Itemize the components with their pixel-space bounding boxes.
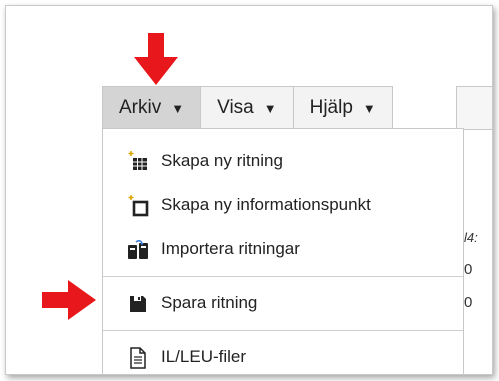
menu-bar: Arkiv ▼ Visa ▼ Hjälp ▼ [102, 86, 393, 129]
menu-item-label: Skapa ny informationspunkt [161, 195, 371, 214]
arkiv-dropdown-menu: Skapa ny ritning Skapa ny informationspu… [102, 128, 464, 374]
background-text: 0 [464, 261, 473, 278]
menu-item-skapa-ny-ritning[interactable]: Skapa ny ritning [103, 139, 463, 183]
menu-visa[interactable]: Visa ▼ [201, 87, 294, 129]
background-text: l4: [464, 230, 478, 245]
menu-hjalp[interactable]: Hjälp ▼ [294, 87, 392, 129]
new-drawing-icon [128, 151, 147, 170]
chevron-down-icon: ▼ [171, 100, 185, 116]
import-icon [128, 239, 148, 259]
file-icon [130, 347, 146, 369]
menu-item-skapa-ny-informationspunkt[interactable]: Skapa ny informationspunkt [103, 183, 463, 227]
menu-item-label: Importera ritningar [161, 239, 300, 258]
chevron-down-icon: ▼ [263, 100, 277, 116]
background-text: 0 [464, 294, 473, 311]
menu-separator [103, 330, 463, 331]
screenshot-frame: Arkiv ▼ Visa ▼ Hjälp ▼ l4: 0 0 Skapa ny … [5, 5, 493, 375]
new-infopoint-icon [128, 195, 149, 217]
menu-item-spara-ritning[interactable]: Spara ritning [103, 281, 463, 325]
toolbar-field[interactable] [456, 86, 492, 130]
menu-item-label: IL/LEU-filer [161, 347, 247, 366]
save-icon [130, 296, 146, 312]
menu-visa-label: Visa [217, 97, 254, 118]
menu-arkiv[interactable]: Arkiv ▼ [103, 87, 202, 129]
chevron-down-icon: ▼ [362, 100, 376, 116]
menu-item-label: Skapa ny ritning [161, 151, 283, 170]
menu-arkiv-label: Arkiv [119, 97, 162, 118]
red-arrow-right [42, 280, 96, 320]
menu-item-il-leu-filer[interactable]: IL/LEU-filer [103, 335, 463, 374]
menu-hjalp-label: Hjälp [309, 97, 353, 118]
menu-separator [103, 276, 463, 277]
menu-item-importera-ritningar[interactable]: Importera ritningar [103, 227, 463, 271]
red-arrow-down [134, 33, 178, 85]
menu-item-label: Spara ritning [161, 293, 258, 312]
